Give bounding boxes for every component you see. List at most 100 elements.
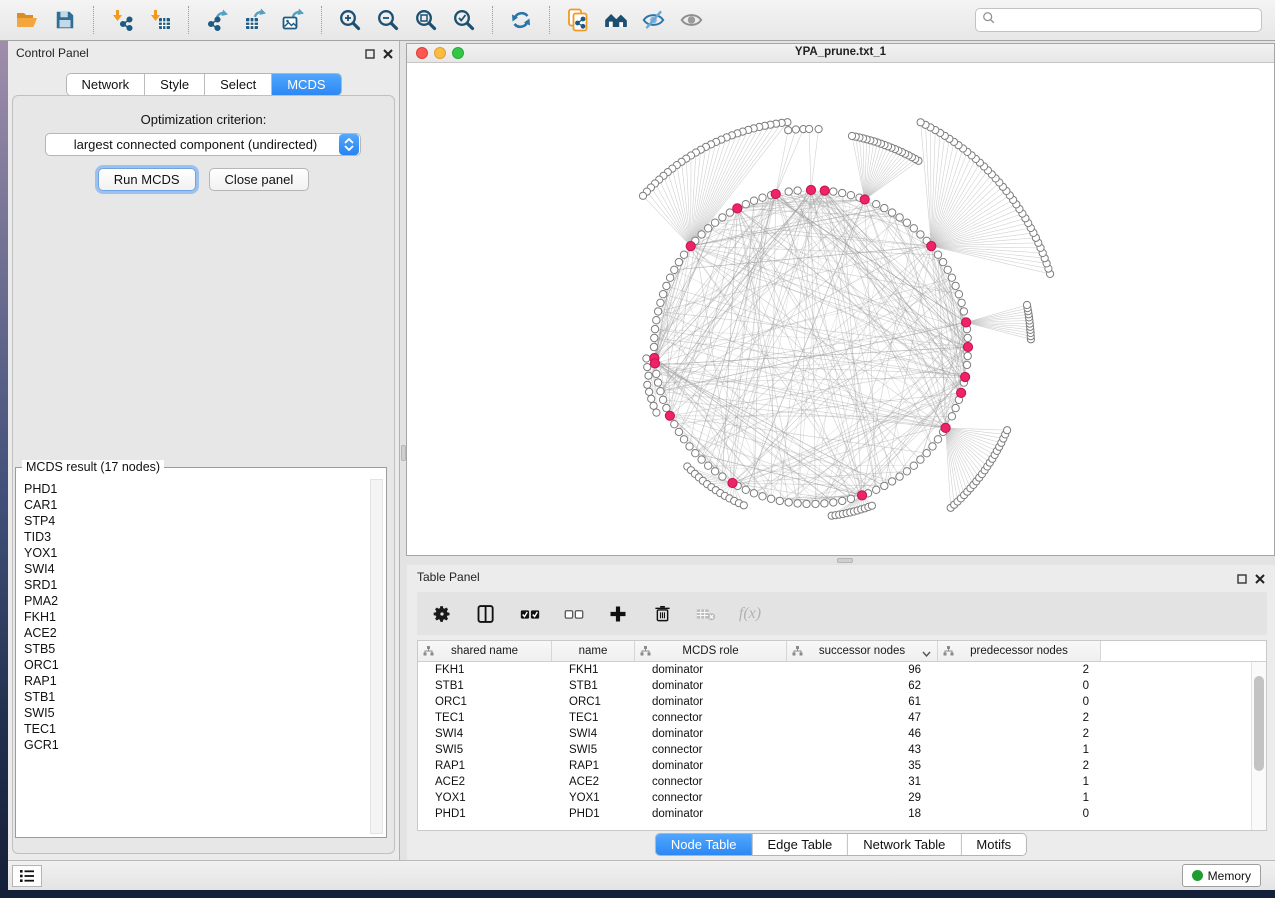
tab-edge-table[interactable]: Edge Table — [752, 834, 848, 855]
table-cell[interactable]: 0 — [938, 694, 1101, 710]
import-network-icon[interactable] — [107, 5, 137, 35]
tab-network-table[interactable]: Network Table — [848, 834, 961, 855]
tab-mcds[interactable]: MCDS — [272, 74, 340, 95]
table-cell[interactable]: 18 — [787, 806, 938, 822]
memory-button[interactable]: Memory — [1182, 864, 1261, 887]
zoom-selected-icon[interactable] — [449, 5, 479, 35]
table-cell[interactable]: SWI5 — [552, 742, 635, 758]
table-row[interactable]: FKH1FKH1dominator962 — [418, 662, 1251, 678]
export-network-icon[interactable] — [202, 5, 232, 35]
close-panel-icon[interactable] — [1255, 571, 1265, 589]
table-cell[interactable]: dominator — [635, 662, 787, 678]
tab-style[interactable]: Style — [145, 74, 205, 95]
mcds-result-list[interactable]: PHD1CAR1STP4TID3YOX1SWI4SRD1PMA2FKH1ACE2… — [17, 478, 370, 836]
table-cell[interactable]: ORC1 — [552, 694, 635, 710]
mcds-result-item[interactable]: YOX1 — [24, 545, 370, 561]
delete-column-trash-icon[interactable] — [651, 603, 673, 625]
table-cell[interactable]: 46 — [787, 726, 938, 742]
mcds-result-item[interactable]: STP4 — [24, 513, 370, 529]
float-panel-icon[interactable] — [1237, 571, 1247, 589]
mcds-result-item[interactable]: SWI4 — [24, 561, 370, 577]
deselect-all-icon[interactable] — [563, 603, 585, 625]
table-row[interactable]: ORC1ORC1dominator610 — [418, 694, 1251, 710]
table-cell[interactable]: STB1 — [418, 678, 552, 694]
run-mcds-button[interactable]: Run MCDS — [98, 168, 196, 191]
table-cell[interactable]: 96 — [787, 662, 938, 678]
network-canvas[interactable] — [407, 63, 1274, 555]
network-window-titlebar[interactable]: YPA_prune.txt_1 — [407, 44, 1274, 63]
mcds-result-item[interactable]: ORC1 — [24, 657, 370, 673]
table-cell[interactable]: SWI4 — [418, 726, 552, 742]
table-cell[interactable]: FKH1 — [418, 662, 552, 678]
select-all-icon[interactable] — [519, 603, 541, 625]
add-column-icon[interactable] — [607, 603, 629, 625]
ndex-houses-icon[interactable] — [601, 5, 631, 35]
search-input[interactable] — [996, 13, 1261, 27]
table-cell[interactable]: 1 — [938, 742, 1101, 758]
mcds-result-item[interactable]: GCR1 — [24, 737, 370, 753]
export-image-icon[interactable] — [278, 5, 308, 35]
new-network-from-selection-icon[interactable] — [563, 5, 593, 35]
table-cell[interactable]: dominator — [635, 694, 787, 710]
table-cell[interactable]: 29 — [787, 790, 938, 806]
horizontal-splitter-handle[interactable] — [837, 558, 853, 563]
zoom-in-icon[interactable] — [335, 5, 365, 35]
export-table-icon[interactable] — [240, 5, 270, 35]
table-cell[interactable]: TEC1 — [418, 710, 552, 726]
table-cell[interactable]: PHD1 — [418, 806, 552, 822]
table-cell[interactable]: dominator — [635, 726, 787, 742]
tab-node-table[interactable]: Node Table — [656, 834, 753, 855]
table-scrollbar[interactable] — [1251, 662, 1266, 830]
table-row[interactable]: YOX1YOX1connector291 — [418, 790, 1251, 806]
table-cell[interactable]: dominator — [635, 758, 787, 774]
table-cell[interactable]: connector — [635, 774, 787, 790]
table-cell[interactable]: 31 — [787, 774, 938, 790]
import-table-icon[interactable] — [145, 5, 175, 35]
table-row[interactable]: SWI4SWI4dominator462 — [418, 726, 1251, 742]
mcds-result-item[interactable]: PMA2 — [24, 593, 370, 609]
refresh-icon[interactable] — [506, 5, 536, 35]
table-scrollbar-thumb[interactable] — [1254, 676, 1264, 771]
table-cell[interactable]: 1 — [938, 774, 1101, 790]
mcds-result-item[interactable]: TID3 — [24, 529, 370, 545]
table-cell[interactable]: 2 — [938, 726, 1101, 742]
table-cell[interactable]: 43 — [787, 742, 938, 758]
table-cell[interactable]: 35 — [787, 758, 938, 774]
column-header-name[interactable]: name — [552, 641, 635, 661]
table-cell[interactable]: connector — [635, 742, 787, 758]
mcds-result-item[interactable]: PHD1 — [24, 481, 370, 497]
table-cell[interactable]: connector — [635, 710, 787, 726]
column-header-successor-nodes[interactable]: successor nodes — [787, 641, 938, 661]
table-row[interactable]: TEC1TEC1connector472 — [418, 710, 1251, 726]
table-cell[interactable]: ORC1 — [418, 694, 552, 710]
mcds-result-item[interactable]: ACE2 — [24, 625, 370, 641]
table-cell[interactable]: 2 — [938, 758, 1101, 774]
table-cell[interactable]: RAP1 — [552, 758, 635, 774]
table-cell[interactable]: 2 — [938, 710, 1101, 726]
table-row[interactable]: PHD1PHD1dominator180 — [418, 806, 1251, 822]
table-cell[interactable]: TEC1 — [552, 710, 635, 726]
close-panel-icon[interactable] — [383, 46, 393, 64]
table-cell[interactable]: STB1 — [552, 678, 635, 694]
table-cell[interactable]: PHD1 — [552, 806, 635, 822]
column-header-predecessor-nodes[interactable]: predecessor nodes — [938, 641, 1101, 661]
table-cell[interactable]: 0 — [938, 678, 1101, 694]
mcds-result-item[interactable]: SWI5 — [24, 705, 370, 721]
table-cell[interactable]: 0 — [938, 806, 1101, 822]
table-row[interactable]: ACE2ACE2connector311 — [418, 774, 1251, 790]
tab-network[interactable]: Network — [66, 74, 145, 95]
table-cell[interactable]: 2 — [938, 662, 1101, 678]
mcds-result-item[interactable]: STB1 — [24, 689, 370, 705]
table-cell[interactable]: SWI5 — [418, 742, 552, 758]
task-history-button[interactable] — [12, 865, 42, 887]
table-cell[interactable]: 47 — [787, 710, 938, 726]
table-row[interactable]: SWI5SWI5connector431 — [418, 742, 1251, 758]
mcds-result-item[interactable]: STB5 — [24, 641, 370, 657]
mcds-result-scrollbar[interactable] — [370, 479, 383, 834]
sort-descending-icon[interactable] — [922, 648, 931, 660]
close-panel-button[interactable]: Close panel — [209, 168, 310, 191]
table-row[interactable]: RAP1RAP1dominator352 — [418, 758, 1251, 774]
optimization-criterion-select[interactable]: largest connected component (undirected) — [45, 133, 361, 156]
tab-motifs[interactable]: Motifs — [961, 834, 1026, 855]
table-cell[interactable]: dominator — [635, 678, 787, 694]
